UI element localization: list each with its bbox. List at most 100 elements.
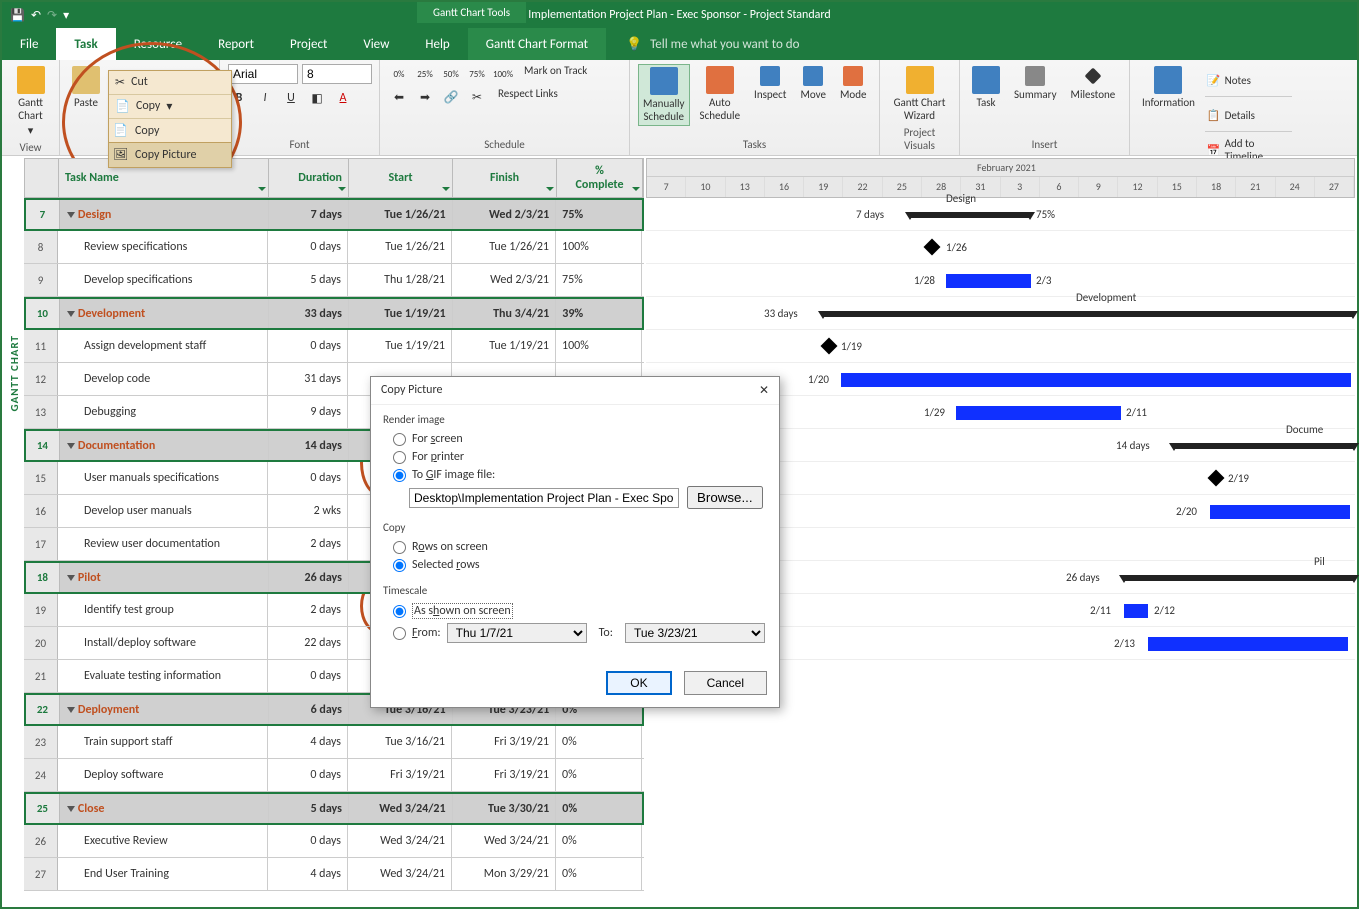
radio-rows-screen[interactable]: Rows on screen xyxy=(383,538,767,556)
table-row[interactable]: 10 Development 33 days Tue 1/19/21 Thu 3… xyxy=(24,297,644,330)
cell-finish[interactable]: Tue 1/19/21 xyxy=(452,330,556,362)
inspect-button[interactable]: Inspect xyxy=(750,64,790,103)
row-number[interactable]: 15 xyxy=(24,462,58,494)
cell-pct[interactable]: 100% xyxy=(556,330,642,362)
row-number[interactable]: 18 xyxy=(26,563,60,592)
cell-duration[interactable]: 5 days xyxy=(269,794,349,823)
cell-name[interactable]: Deployment xyxy=(60,695,269,724)
cell-finish[interactable]: Tue 1/26/21 xyxy=(452,231,556,263)
mark-on-track-button[interactable]: Mark on Track xyxy=(518,64,587,84)
cell-start[interactable]: Wed 3/24/21 xyxy=(348,858,452,890)
cell-start[interactable]: Thu 1/28/21 xyxy=(348,264,452,296)
insert-task-button[interactable]: Task xyxy=(968,64,1004,111)
cell-duration[interactable]: 0 days xyxy=(268,759,348,791)
gantt-chart-button[interactable]: Gantt Chart▾ xyxy=(10,64,51,139)
table-row[interactable]: 26 Executive Review 0 days Wed 3/24/21 W… xyxy=(24,825,644,858)
table-row[interactable]: 23 Train support staff 4 days Tue 3/16/2… xyxy=(24,726,644,759)
radio-as-shown[interactable]: As shown on screen xyxy=(383,601,767,621)
row-number[interactable]: 10 xyxy=(26,299,60,328)
table-row[interactable]: 11 Assign development staff 0 days Tue 1… xyxy=(24,330,644,363)
row-number[interactable]: 24 xyxy=(24,759,58,791)
row-number[interactable]: 26 xyxy=(24,825,58,857)
pct25-button[interactable]: 25% xyxy=(414,64,436,84)
to-date-select[interactable]: Tue 3/23/21 xyxy=(625,623,765,643)
link-button[interactable]: 🔗 xyxy=(440,87,462,107)
tab-project[interactable]: Project xyxy=(272,28,345,60)
cell-duration[interactable]: 0 days xyxy=(268,660,348,692)
cell-start[interactable]: Tue 3/16/21 xyxy=(348,726,452,758)
cell-pct[interactable]: 0% xyxy=(556,794,642,823)
table-row[interactable]: 24 Deploy software 0 days Fri 3/19/21 Fr… xyxy=(24,759,644,792)
cell-duration[interactable]: 22 days xyxy=(268,627,348,659)
underline-button[interactable]: U xyxy=(280,88,302,108)
cell-start[interactable]: Wed 3/24/21 xyxy=(348,825,452,857)
details-button[interactable]: 📋Details xyxy=(1205,99,1292,132)
cell-finish[interactable]: Wed 2/3/21 xyxy=(452,264,556,296)
row-number[interactable]: 17 xyxy=(24,528,58,560)
outdent-button[interactable]: ⬅ xyxy=(388,87,410,107)
row-number[interactable]: 19 xyxy=(24,594,58,626)
row-number[interactable]: 7 xyxy=(26,200,60,229)
menu-copy[interactable]: 📄Copy xyxy=(109,119,231,143)
cell-name[interactable]: User manuals specifications xyxy=(58,462,268,494)
pct100-button[interactable]: 100% xyxy=(492,64,514,84)
col-complete[interactable]: % Complete xyxy=(557,159,643,197)
cell-duration[interactable]: 33 days xyxy=(269,299,349,328)
undo-icon[interactable]: ↶ xyxy=(31,8,41,23)
cell-start[interactable]: Tue 1/26/21 xyxy=(348,231,452,263)
cell-pct[interactable]: 39% xyxy=(556,299,642,328)
cell-name[interactable]: Install/deploy software xyxy=(58,627,268,659)
mode-button[interactable]: Mode xyxy=(836,64,870,103)
cell-duration[interactable]: 26 days xyxy=(269,563,349,592)
radio-for-printer[interactable]: For printer xyxy=(383,448,767,466)
tab-file[interactable]: File xyxy=(2,28,56,60)
radio-to-gif[interactable]: To GIF image file: xyxy=(383,466,767,484)
cell-name[interactable]: Develop specifications xyxy=(58,264,268,296)
cell-duration[interactable]: 4 days xyxy=(268,726,348,758)
font-color-button[interactable]: A xyxy=(332,88,354,108)
cell-pct[interactable]: 0% xyxy=(556,759,642,791)
cell-name[interactable]: Executive Review xyxy=(58,825,268,857)
cell-name[interactable]: Deploy software xyxy=(58,759,268,791)
cell-pct[interactable]: 75% xyxy=(556,264,642,296)
cell-duration[interactable]: 2 wks xyxy=(268,495,348,527)
cell-finish[interactable]: Fri 3/19/21 xyxy=(452,726,556,758)
tab-help[interactable]: Help xyxy=(407,28,467,60)
radio-from[interactable]: From: Thu 1/7/21 To: Tue 3/23/21 xyxy=(383,621,767,645)
row-header-col[interactable] xyxy=(25,159,59,197)
cell-finish[interactable]: Wed 3/24/21 xyxy=(452,825,556,857)
auto-schedule-button[interactable]: Auto Schedule xyxy=(696,64,745,124)
row-number[interactable]: 16 xyxy=(24,495,58,527)
cell-name[interactable]: End User Training xyxy=(58,858,268,890)
col-finish[interactable]: Finish xyxy=(453,159,557,197)
cell-name[interactable]: Debugging xyxy=(58,396,268,428)
cell-name[interactable]: Train support staff xyxy=(58,726,268,758)
row-number[interactable]: 27 xyxy=(24,858,58,890)
col-start[interactable]: Start xyxy=(349,159,453,197)
cell-name[interactable]: Identify test group xyxy=(58,594,268,626)
radio-for-screen[interactable]: For screen xyxy=(383,430,767,448)
manually-schedule-button[interactable]: Manually Schedule xyxy=(638,64,690,126)
tell-me-search[interactable]: 💡 Tell me what you want to do xyxy=(606,28,800,60)
row-number[interactable]: 21 xyxy=(24,660,58,692)
cell-finish[interactable]: Mon 3/29/21 xyxy=(452,858,556,890)
font-size-input[interactable] xyxy=(302,64,372,84)
tab-gantt-format[interactable]: Gantt Chart Format xyxy=(468,28,606,60)
col-duration[interactable]: Duration xyxy=(269,159,349,197)
redo-icon[interactable]: ↷ xyxy=(47,8,57,23)
cell-name[interactable]: Development xyxy=(60,299,269,328)
cell-finish[interactable]: Tue 3/30/21 xyxy=(453,794,557,823)
row-number[interactable]: 14 xyxy=(26,431,60,460)
from-date-select[interactable]: Thu 1/7/21 xyxy=(447,623,587,643)
milestone-button[interactable]: Milestone xyxy=(1067,64,1120,103)
cell-finish[interactable]: Thu 3/4/21 xyxy=(453,299,557,328)
font-name-input[interactable] xyxy=(228,64,298,84)
save-icon[interactable]: 💾 xyxy=(10,8,25,23)
cell-duration[interactable]: 9 days xyxy=(268,396,348,428)
tab-view[interactable]: View xyxy=(345,28,407,60)
cell-name[interactable]: Assign development staff xyxy=(58,330,268,362)
cell-duration[interactable]: 0 days xyxy=(268,825,348,857)
cell-duration[interactable]: 4 days xyxy=(268,858,348,890)
cell-name[interactable]: Review user documentation xyxy=(58,528,268,560)
browse-button[interactable]: Browse... xyxy=(687,486,763,509)
